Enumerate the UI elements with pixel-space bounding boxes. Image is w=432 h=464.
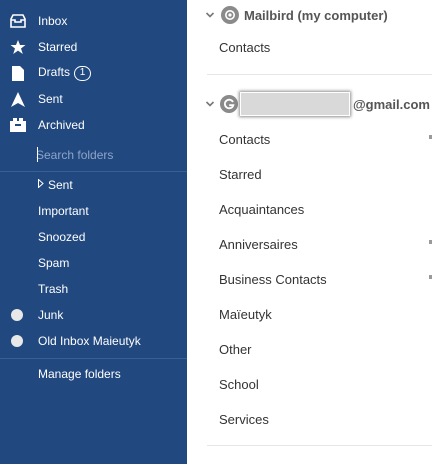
- divider: [0, 358, 187, 359]
- contact-folder-label: Starred: [219, 167, 262, 182]
- contact-folder-label: Contacts: [219, 40, 271, 55]
- contact-folder-row[interactable]: Acquaintances: [187, 192, 432, 227]
- folder-item-junk[interactable]: Junk: [0, 302, 187, 328]
- account-email-suffix: @gmail.com: [353, 96, 430, 112]
- text-cursor: [37, 147, 38, 162]
- expand-arrow-icon[interactable]: [38, 178, 44, 190]
- search-folders-input[interactable]: [36, 145, 176, 165]
- folder-label: Important: [38, 204, 89, 218]
- folder-item-sent[interactable]: Sent: [0, 172, 187, 198]
- draft-icon: [10, 65, 26, 81]
- sidebar-item-label: Sent: [38, 92, 63, 106]
- contact-folder-row[interactable]: Contacts: [187, 30, 432, 65]
- sidebar-item-label: Archived: [38, 118, 85, 132]
- section-divider: [207, 445, 432, 446]
- section-divider: [207, 74, 432, 75]
- collapse-chevron-icon[interactable]: [205, 10, 215, 20]
- folder-label: Sent: [48, 178, 73, 192]
- contact-folder-label: Business Contacts: [219, 272, 327, 287]
- contact-folder-label: Other: [219, 342, 252, 357]
- contact-folder-row[interactable]: Maïeutyk: [187, 297, 432, 332]
- manage-folders-link[interactable]: Manage folders: [0, 361, 187, 387]
- send-icon: [10, 91, 26, 107]
- contact-folder-row[interactable]: School: [187, 367, 432, 402]
- inbox-icon: [10, 13, 26, 29]
- mailbird-logo-icon: [221, 6, 239, 24]
- account-header-gmail[interactable]: @gmail.com: [187, 89, 432, 119]
- star-icon: [10, 39, 26, 55]
- sidebar-item-archived[interactable]: Archived: [0, 112, 187, 138]
- contact-folder-row[interactable]: Contacts: [187, 122, 432, 157]
- archive-icon: [10, 117, 26, 133]
- sidebar-item-drafts[interactable]: Drafts 1: [0, 60, 187, 86]
- collapse-chevron-icon[interactable]: [205, 99, 215, 109]
- sidebar-item-label: Drafts: [38, 65, 71, 79]
- folder-dot-icon: [11, 309, 23, 321]
- unread-count-badge: 1: [74, 66, 92, 81]
- contact-folder-row[interactable]: Starred: [187, 157, 432, 192]
- folder-label: Trash: [38, 282, 69, 296]
- sidebar-item-label: Starred: [38, 40, 78, 54]
- contact-folder-row[interactable]: Anniversaires: [187, 227, 432, 262]
- contact-folder-row[interactable]: Other: [187, 332, 432, 367]
- folder-item-old-inbox[interactable]: Old Inbox Maieutyk: [0, 328, 187, 354]
- account-header-mailbird[interactable]: Mailbird (my computer): [187, 0, 432, 30]
- folder-dot-icon: [11, 335, 23, 347]
- sidebar-item-label-group: Drafts 1: [38, 65, 92, 81]
- manage-folders-label: Manage folders: [38, 367, 121, 381]
- sidebar-item-label: Inbox: [38, 14, 68, 28]
- folder-item-snoozed[interactable]: Snoozed: [0, 224, 187, 250]
- contact-folder-row[interactable]: Services: [187, 402, 432, 437]
- contact-folder-label: Anniversaires: [219, 237, 298, 252]
- folder-label: Spam: [38, 256, 70, 270]
- folder-item-important[interactable]: Important: [0, 198, 187, 224]
- sidebar-item-inbox[interactable]: Inbox: [0, 8, 187, 34]
- redacted-email-box: [240, 92, 350, 116]
- sidebar-item-starred[interactable]: Starred: [0, 34, 187, 60]
- contact-folder-label: School: [219, 377, 259, 392]
- contacts-folder-pane: Mailbird (my computer) Contacts @gmail.c…: [187, 0, 432, 464]
- folder-sidebar: Inbox Starred Drafts 1 Sent Archived Sea…: [0, 0, 187, 464]
- contact-folder-label: Acquaintances: [219, 202, 305, 217]
- folder-label: Snoozed: [38, 230, 86, 244]
- google-logo-icon: [220, 95, 238, 113]
- folder-item-trash[interactable]: Trash: [0, 276, 187, 302]
- contact-folder-label: Contacts: [219, 132, 271, 147]
- sidebar-item-sent[interactable]: Sent: [0, 86, 187, 112]
- contact-folder-row[interactable]: Business Contacts: [187, 262, 432, 297]
- contact-folder-label: Maïeutyk: [219, 307, 272, 322]
- contact-folder-label: Services: [219, 412, 269, 427]
- folder-label: Old Inbox Maieutyk: [38, 334, 141, 348]
- folder-item-spam[interactable]: Spam: [0, 250, 187, 276]
- folder-label: Junk: [38, 308, 64, 322]
- account-title: Mailbird (my computer): [244, 7, 388, 23]
